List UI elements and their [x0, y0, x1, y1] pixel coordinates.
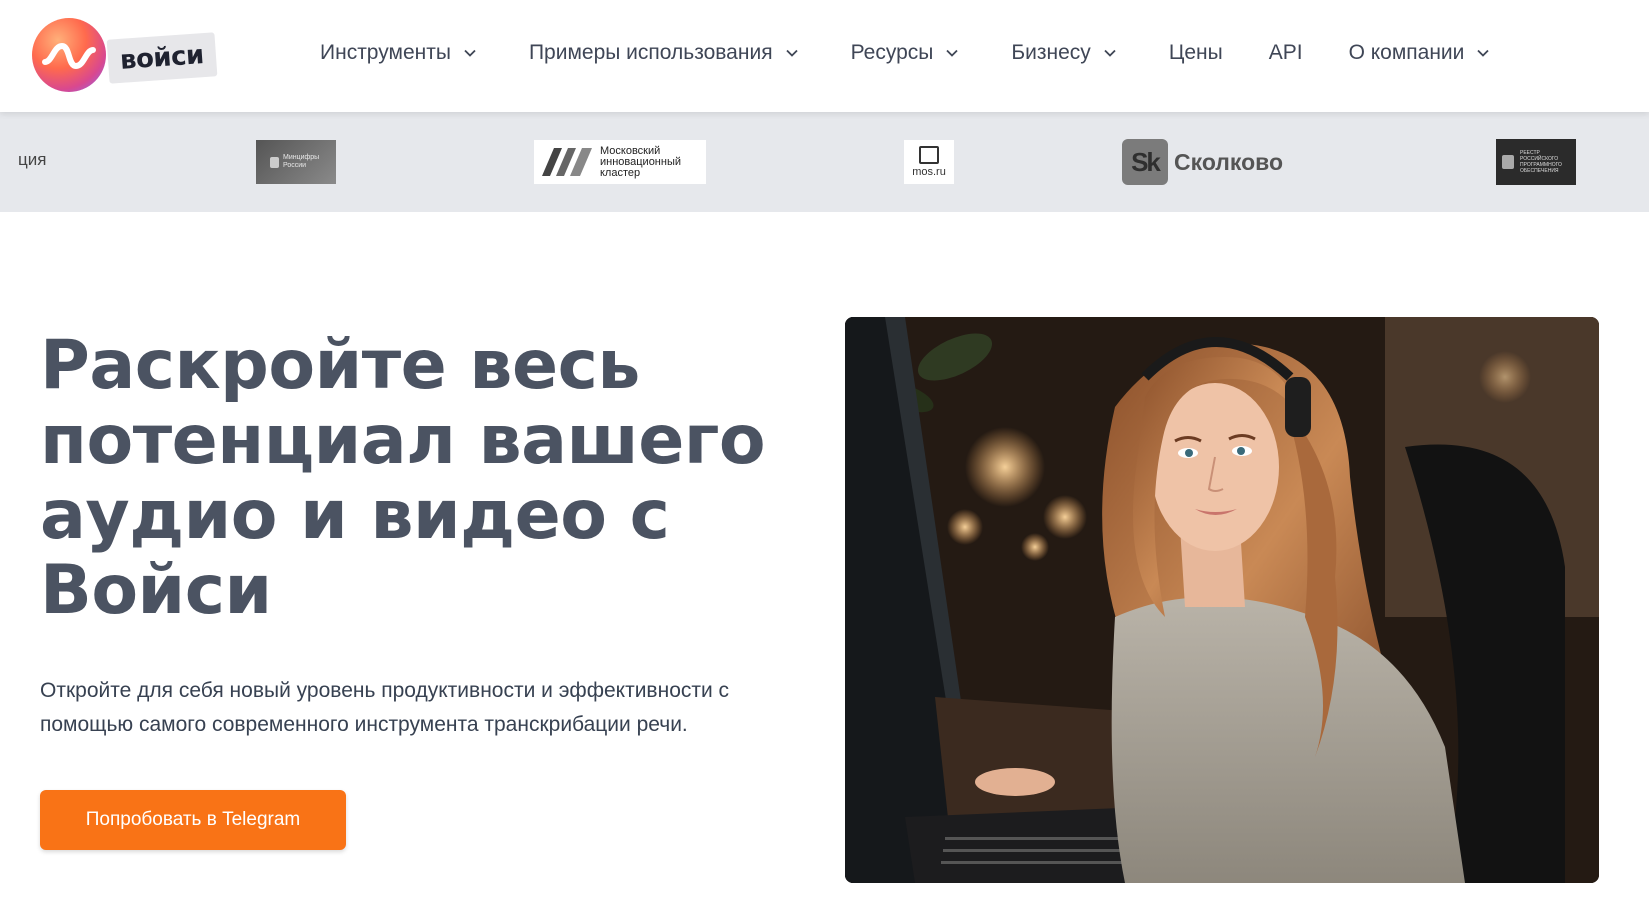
chevron-down-icon	[785, 49, 798, 57]
nav-item-label: Бизнесу	[1011, 41, 1091, 64]
nav-item-tools[interactable]: Инструменты	[320, 41, 477, 65]
try-telegram-button[interactable]: Попробовать в Telegram	[40, 790, 346, 850]
nav-item-label: API	[1268, 41, 1303, 64]
partner-logo-skolkovo: Sk Сколково	[1122, 138, 1283, 186]
nav-item-label: Цены	[1168, 41, 1223, 64]
partner-logo-reestr: РЕЕСТР РОССИЙСКОГО ПРОГРАММНОГО ОБЕСПЕЧЕ…	[1496, 139, 1576, 185]
partner-logo-mik: Московский инновационный кластер	[534, 140, 706, 184]
nav-item-business[interactable]: Бизнесу	[1011, 41, 1116, 65]
logo-wordmark: войси	[106, 32, 218, 84]
chevron-down-icon	[1477, 49, 1490, 57]
nav-item-label: О компании	[1348, 41, 1465, 64]
nav-item-pricing[interactable]: Цены	[1169, 41, 1223, 65]
hero-title: Раскройте весь потенциал вашего аудио и …	[40, 326, 766, 630]
partner-mincifry-text: Минцифры России	[283, 154, 320, 169]
partner-cut-text: ция	[18, 150, 47, 169]
partner-logo-mos: mos.ru	[904, 140, 954, 184]
partners-strip: ция Минцифры России Московский инновацио…	[0, 112, 1649, 212]
hero-photo-illustration	[845, 317, 1599, 883]
nav-item-label: Примеры использования	[528, 41, 773, 64]
partner-reestr-text: РЕЕСТР РОССИЙСКОГО ПРОГРАММНОГО ОБЕСПЕЧЕ…	[1520, 150, 1562, 174]
partner-mos-text: mos.ru	[912, 166, 946, 178]
nav-item-use-cases[interactable]: Примеры использования	[529, 41, 799, 65]
chevron-down-icon	[464, 49, 476, 57]
skolkovo-mark: Sk	[1122, 139, 1168, 185]
partner-logo-mincifry: Минцифры России	[256, 140, 336, 184]
logo-wave-icon	[32, 18, 106, 92]
chevron-down-icon	[946, 49, 959, 57]
partner-skolkovo-text: Сколково	[1174, 148, 1284, 175]
hero-subtitle: Откройте для себя новый уровень продукти…	[40, 679, 730, 736]
nav-item-resources[interactable]: Ресурсы	[851, 41, 960, 65]
site-header: войси Инструменты Примеры использования …	[0, 0, 1649, 112]
main-nav: Инструменты Примеры использования Ресурс…	[320, 0, 1490, 106]
nav-item-about[interactable]: О компании	[1349, 41, 1491, 65]
mik-mark-icon	[542, 148, 592, 176]
nav-item-label: Инструменты	[320, 41, 451, 64]
chevron-down-icon	[1104, 49, 1116, 57]
emblem-icon	[270, 156, 279, 168]
emblem-icon	[1502, 155, 1514, 169]
partner-logo-cut: ция	[18, 150, 46, 170]
hero-photo	[845, 317, 1599, 883]
nav-item-label: Ресурсы	[850, 41, 934, 64]
brand-logo[interactable]: войси	[28, 14, 248, 94]
mos-speech-icon	[919, 146, 939, 164]
logo-wordmark-text: войси	[119, 40, 205, 76]
partner-mik-text: Московский инновационный кластер	[600, 144, 682, 179]
nav-item-api[interactable]: API	[1269, 41, 1303, 65]
